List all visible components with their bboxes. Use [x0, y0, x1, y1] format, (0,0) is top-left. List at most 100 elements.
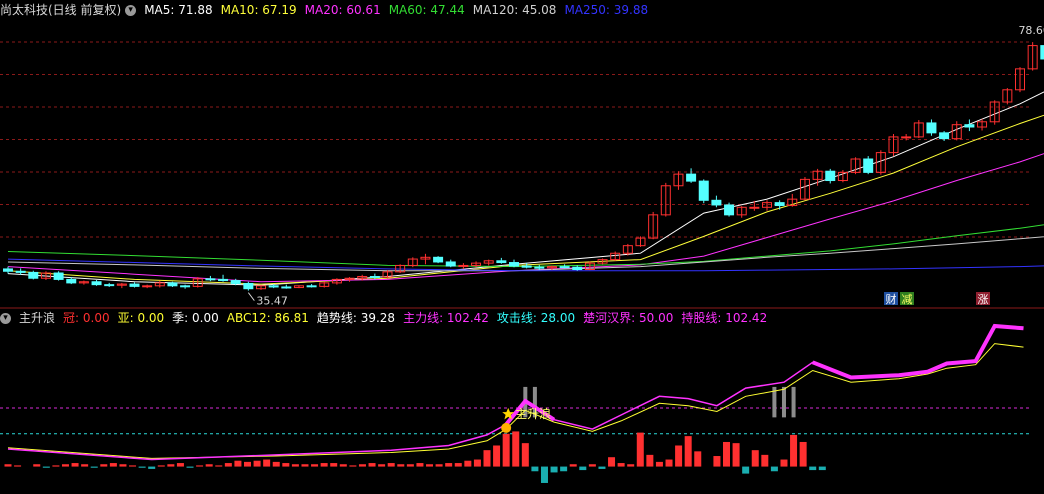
volume-bar	[339, 464, 347, 467]
volume-bar	[790, 434, 798, 467]
candle-body	[15, 270, 26, 273]
candle	[281, 284, 292, 289]
volume-bar	[244, 461, 251, 467]
volume-bar	[799, 441, 807, 467]
candle-body	[205, 278, 216, 281]
candle	[458, 263, 469, 269]
indicator-legend-6: 攻击线: 28.00	[496, 311, 576, 325]
candle-body	[749, 206, 760, 209]
volume-bar	[540, 466, 548, 483]
indicator-toggle-icon[interactable]: ▾	[0, 313, 11, 324]
event-badge: 涨	[976, 292, 990, 306]
candle-body	[180, 285, 191, 288]
candle	[799, 177, 810, 201]
candle-body	[53, 272, 64, 280]
volume-bar	[521, 443, 529, 467]
volume-bar	[560, 466, 568, 472]
candle	[306, 284, 317, 288]
volume-bar	[598, 466, 606, 469]
volume-bar	[742, 466, 750, 474]
candle	[154, 280, 165, 288]
volume-bar	[646, 454, 654, 467]
volume-bar	[435, 464, 443, 467]
candle-body	[445, 261, 456, 267]
candle	[28, 270, 39, 280]
low-price-arrow	[247, 292, 255, 301]
candle	[572, 265, 583, 271]
volume-bar	[588, 464, 596, 467]
volume-bar	[454, 463, 462, 467]
indicator-legend-4: 趋势线: 39.28	[316, 311, 396, 325]
volume-bar	[723, 441, 730, 467]
candle-body	[369, 276, 380, 278]
volume-bar	[531, 466, 539, 472]
candle	[837, 170, 848, 183]
event-badge-text: 财	[886, 292, 897, 306]
volume-bar	[694, 451, 702, 467]
volume-bar	[665, 459, 673, 467]
ma-legend-5: MA250: 39.88	[564, 3, 649, 17]
candle	[888, 134, 899, 157]
candle	[167, 281, 178, 287]
candle-body	[129, 283, 140, 287]
candle-body	[939, 132, 950, 140]
volume-bar	[157, 465, 165, 467]
sub-header: ▾ 主升浪 冠: 0.00 亚: 0.00 季: 0.00 ABC12: 86.81 趋势线…	[0, 309, 783, 327]
volume-bar	[387, 463, 395, 467]
candle-body	[724, 204, 735, 216]
candle	[433, 256, 444, 264]
indicator-legend-2: 季: 0.00	[172, 311, 219, 325]
candle	[331, 278, 342, 285]
candle	[218, 274, 229, 282]
candle-body	[458, 264, 469, 267]
indicator-legend-1: 亚: 0.00	[117, 311, 165, 325]
candle-body	[926, 122, 937, 134]
candle	[774, 200, 785, 210]
volume-bar	[761, 454, 769, 467]
candle-body	[496, 260, 507, 264]
volume-bar	[234, 460, 242, 467]
volume-bar	[42, 466, 50, 468]
candle	[420, 253, 431, 265]
volume-bar	[90, 466, 98, 468]
settings-toggle-icon[interactable]: ▾	[125, 5, 137, 16]
volume-bar	[368, 463, 376, 467]
volume-bar	[809, 466, 817, 471]
volume-bar	[100, 464, 108, 467]
candle-body	[521, 265, 532, 268]
ma-legend-1: MA10: 67.19	[220, 3, 297, 17]
signal-gray-bar	[781, 386, 786, 418]
volume-bar	[608, 457, 616, 467]
indicator-legend-8: 持股线: 102.42	[681, 311, 768, 325]
volume-bar	[215, 465, 223, 467]
candle	[635, 236, 646, 247]
volume-bar	[358, 464, 366, 467]
candle-body	[268, 285, 279, 288]
volume-bar	[196, 465, 204, 467]
main-header: 尚太科技(日线 前复权) ▾ MA5: 71.88 MA10: 67.19 MA20: …	[0, 1, 664, 19]
candle	[926, 119, 937, 136]
candle	[559, 264, 570, 269]
candle	[939, 131, 950, 141]
ma-legend-3: MA60: 47.44	[388, 3, 465, 17]
sub-panel-bars	[4, 386, 826, 483]
candle-body	[825, 170, 836, 182]
event-badge: 减	[900, 292, 914, 306]
candle	[863, 156, 874, 175]
indicator-title: 主升浪	[19, 311, 56, 325]
volume-bar	[81, 464, 89, 467]
volume-bar	[263, 459, 271, 467]
candle	[509, 259, 519, 268]
candle	[648, 211, 659, 240]
candle	[91, 279, 102, 286]
candle	[496, 257, 507, 264]
candle	[445, 259, 456, 268]
volume-bar	[627, 464, 635, 467]
volume-bar	[205, 464, 213, 467]
indicator-legend-0: 冠: 0.00	[63, 311, 110, 325]
signal-gray-bar	[791, 386, 796, 418]
volume-bar	[52, 465, 60, 467]
candle	[293, 285, 304, 289]
candle	[205, 275, 216, 282]
volume-bar	[301, 464, 309, 467]
